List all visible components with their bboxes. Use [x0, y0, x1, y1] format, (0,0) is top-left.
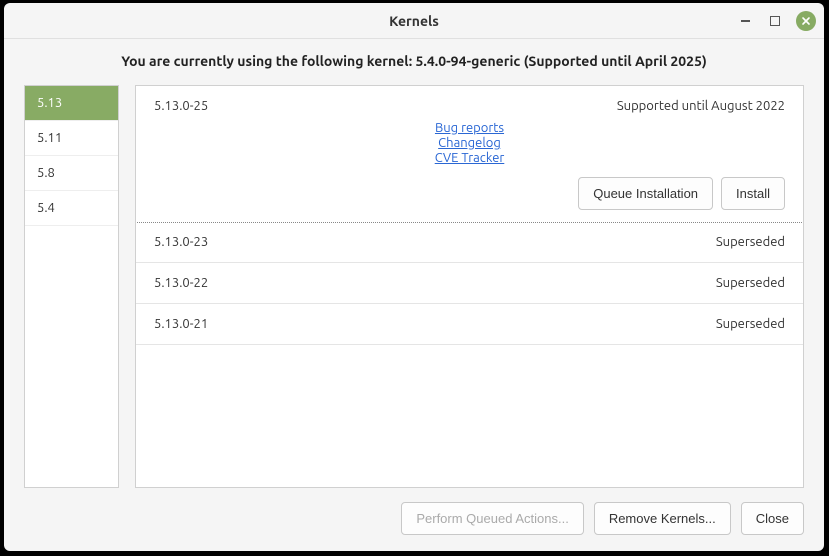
kernel-row[interactable]: 5.13.0-22 Superseded: [136, 263, 803, 304]
window: Kernels You are currently using the foll…: [4, 3, 824, 551]
queue-installation-button[interactable]: Queue Installation: [578, 177, 713, 210]
footer: Perform Queued Actions... Remove Kernels…: [4, 488, 824, 551]
kernel-status: Supported until August 2022: [617, 99, 785, 113]
kernel-row-header: 5.13.0-21 Superseded: [154, 317, 785, 331]
titlebar: Kernels: [4, 3, 824, 39]
minimize-icon[interactable]: [736, 12, 754, 30]
content: 5.13 5.11 5.8 5.4 5.13.0-25 Supported un…: [4, 85, 824, 488]
kernel-status: Superseded: [716, 276, 785, 290]
kernel-row-header: 5.13.0-22 Superseded: [154, 276, 785, 290]
current-kernel-message: You are currently using the following ke…: [4, 39, 824, 85]
sidebar-item-label: 5.13: [37, 96, 62, 110]
remove-kernels-button[interactable]: Remove Kernels...: [594, 502, 731, 535]
kernel-row-header: 5.13.0-23 Superseded: [154, 235, 785, 249]
kernel-row-expanded[interactable]: 5.13.0-25 Supported until August 2022 Bu…: [135, 85, 804, 223]
install-button[interactable]: Install: [721, 177, 785, 210]
window-title: Kernels: [389, 13, 439, 29]
kernel-status: Superseded: [716, 235, 785, 249]
window-controls: [736, 3, 816, 39]
bug-reports-link[interactable]: Bug reports: [154, 121, 785, 135]
kernel-version: 5.13.0-21: [154, 317, 208, 331]
kernel-row[interactable]: 5.13.0-23 Superseded: [136, 222, 803, 263]
sidebar-item-5-13[interactable]: 5.13: [25, 86, 118, 121]
sidebar-item-5-4[interactable]: 5.4: [25, 191, 118, 226]
kernel-version: 5.13.0-22: [154, 276, 208, 290]
sidebar-item-label: 5.4: [37, 201, 55, 215]
sidebar-item-5-11[interactable]: 5.11: [25, 121, 118, 156]
kernel-series-sidebar[interactable]: 5.13 5.11 5.8 5.4: [24, 85, 119, 488]
kernel-links: Bug reports Changelog CVE Tracker: [154, 121, 785, 165]
kernel-status: Superseded: [716, 317, 785, 331]
kernel-row-header: 5.13.0-25 Supported until August 2022: [154, 99, 785, 113]
kernel-row[interactable]: 5.13.0-21 Superseded: [136, 304, 803, 345]
cve-tracker-link[interactable]: CVE Tracker: [154, 151, 785, 165]
maximize-icon[interactable]: [766, 12, 784, 30]
changelog-link[interactable]: Changelog: [154, 136, 785, 150]
perform-queued-actions-button[interactable]: Perform Queued Actions...: [401, 502, 583, 535]
close-icon[interactable]: [796, 11, 816, 31]
kernel-list[interactable]: 5.13.0-25 Supported until August 2022 Bu…: [135, 85, 804, 488]
sidebar-item-5-8[interactable]: 5.8: [25, 156, 118, 191]
kernel-version: 5.13.0-25: [154, 99, 208, 113]
kernel-row-actions: Queue Installation Install: [154, 177, 785, 210]
close-button[interactable]: Close: [741, 502, 804, 535]
sidebar-item-label: 5.8: [37, 166, 55, 180]
sidebar-item-label: 5.11: [37, 131, 62, 145]
kernel-version: 5.13.0-23: [154, 235, 208, 249]
